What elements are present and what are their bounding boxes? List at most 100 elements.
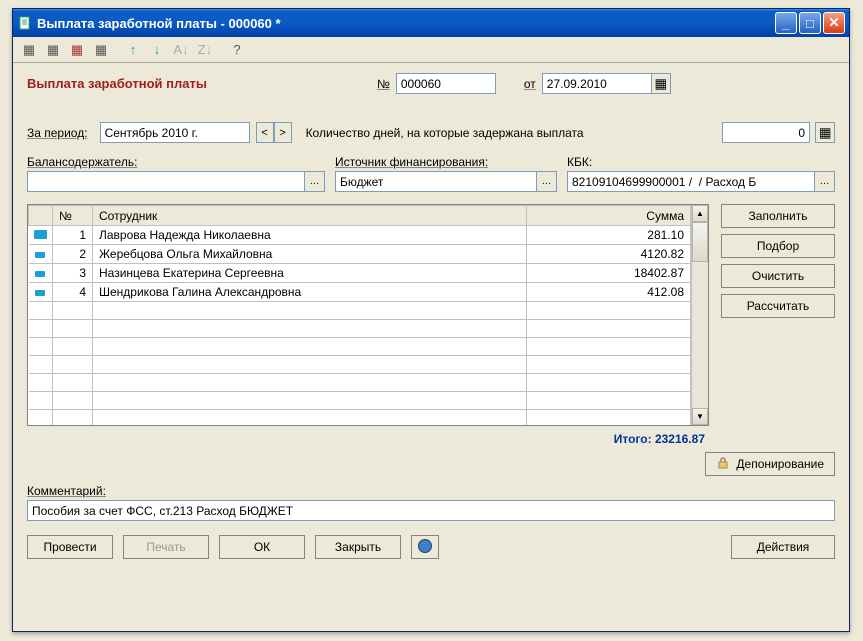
toolbar-grid1-icon[interactable]: ▦ [19, 40, 39, 60]
table-scrollbar[interactable]: ▲ ▼ [691, 205, 708, 425]
table-row[interactable] [29, 392, 691, 410]
funding-source-select-button[interactable]: … [537, 171, 557, 192]
row-marker [29, 226, 53, 245]
select-button[interactable]: Подбор [721, 234, 835, 258]
row-employee: Шендрикова Галина Александровна [93, 283, 527, 302]
minimize-button[interactable]: _ [775, 12, 797, 34]
funding-source-input[interactable] [335, 171, 537, 192]
row-marker [29, 410, 53, 426]
row-number [53, 302, 93, 320]
comment-input[interactable] [27, 500, 835, 521]
row-marker [29, 320, 53, 338]
row-sum [527, 356, 691, 374]
print-button[interactable]: Печать [123, 535, 209, 559]
days-delayed-input[interactable] [722, 122, 810, 143]
reference-row: Балансодержатель: … Источник финансирова… [27, 155, 835, 192]
toolbar-gridx-icon[interactable]: ▦ [67, 40, 87, 60]
kbk-select-button[interactable]: … [815, 171, 835, 192]
balance-holder-label: Балансодержатель: [27, 155, 325, 169]
deposit-button-label: Депонирование [736, 457, 824, 471]
clear-button[interactable]: Очистить [721, 264, 835, 288]
toolbar-help-icon[interactable]: ? [227, 40, 247, 60]
toolbar-down-icon[interactable]: ↓ [147, 40, 167, 60]
column-marker[interactable] [29, 206, 53, 226]
scroll-track[interactable] [692, 262, 708, 408]
actions-button[interactable]: Действия [731, 535, 835, 559]
row-marker [29, 374, 53, 392]
totals-label: Итого: [614, 432, 652, 446]
scroll-up-button[interactable]: ▲ [692, 205, 708, 222]
kbk-input[interactable] [567, 171, 815, 192]
balance-holder-select-button[interactable]: … [305, 171, 325, 192]
titlebar[interactable]: Выплата заработной платы - 000060 * _ □ … [13, 9, 849, 37]
row-number: 4 [53, 283, 93, 302]
post-button[interactable]: Провести [27, 535, 113, 559]
period-input[interactable] [100, 122, 250, 143]
column-number[interactable]: № [53, 206, 93, 226]
date-input[interactable] [542, 73, 652, 94]
row-employee [93, 392, 527, 410]
document-icon [17, 15, 33, 31]
column-sum[interactable]: Сумма [527, 206, 691, 226]
row-number [53, 392, 93, 410]
period-label: За период: [27, 126, 88, 140]
row-sum: 18402.87 [527, 264, 691, 283]
table-row[interactable] [29, 374, 691, 392]
ok-button[interactable]: ОК [219, 535, 305, 559]
toolbar-grid3-icon[interactable]: ▦ [91, 40, 111, 60]
form-body: Выплата заработной платы № от ▦ За перио… [13, 63, 849, 569]
lock-icon [716, 456, 730, 473]
toolbar-sort-desc-icon[interactable]: Z↓ [195, 40, 215, 60]
kbk-label: КБК: [567, 155, 835, 169]
row-marker [29, 264, 53, 283]
toolbar: ▦ ▦ ▦ ▦ ↑ ↓ A↓ Z↓ ? [13, 37, 849, 63]
period-prev-button[interactable]: < [256, 122, 274, 143]
table-row[interactable]: 1Лаврова Надежда Николаевна281.10 [29, 226, 691, 245]
toolbar-grid2-icon[interactable]: ▦ [43, 40, 63, 60]
balance-holder-input[interactable] [27, 171, 305, 192]
row-employee [93, 374, 527, 392]
fill-button[interactable]: Заполнить [721, 204, 835, 228]
toolbar-sort-asc-icon[interactable]: A↓ [171, 40, 191, 60]
document-title: Выплата заработной платы [27, 76, 377, 91]
table-row[interactable] [29, 338, 691, 356]
row-number: 2 [53, 245, 93, 264]
scroll-down-button[interactable]: ▼ [692, 408, 708, 425]
table-row[interactable] [29, 356, 691, 374]
app-window: Выплата заработной платы - 000060 * _ □ … [12, 8, 850, 632]
globe-button[interactable] [411, 535, 439, 559]
number-label: № [377, 77, 390, 91]
table-row[interactable]: 3Назинцева Екатерина Сергеевна18402.87 [29, 264, 691, 283]
table-row[interactable] [29, 410, 691, 426]
comment-label: Комментарий: [27, 484, 835, 498]
deposit-button[interactable]: Депонирование [705, 452, 835, 476]
table-side-buttons: Заполнить Подбор Очистить Рассчитать [721, 204, 835, 426]
close-button[interactable]: ✕ [823, 12, 845, 34]
calculate-button[interactable]: Рассчитать [721, 294, 835, 318]
scroll-thumb[interactable] [692, 222, 708, 262]
maximize-button[interactable]: □ [799, 12, 821, 34]
row-sum [527, 302, 691, 320]
table-row[interactable]: 2Жеребцова Ольга Михайловна4120.82 [29, 245, 691, 264]
period-next-button[interactable]: > [274, 122, 292, 143]
column-employee[interactable]: Сотрудник [93, 206, 527, 226]
toolbar-up-icon[interactable]: ↑ [123, 40, 143, 60]
table-row[interactable] [29, 302, 691, 320]
window-title: Выплата заработной платы - 000060 * [37, 16, 775, 31]
date-picker-button[interactable]: ▦ [651, 73, 671, 94]
employees-table[interactable]: № Сотрудник Сумма 1Лаврова Надежда Никол… [28, 205, 691, 425]
row-number [53, 320, 93, 338]
row-employee [93, 356, 527, 374]
document-header: Выплата заработной платы № от ▦ [27, 73, 835, 94]
row-sum [527, 374, 691, 392]
close-form-button[interactable]: Закрыть [315, 535, 401, 559]
row-marker [29, 338, 53, 356]
days-calc-button[interactable]: ▦ [815, 122, 835, 143]
row-marker [29, 392, 53, 410]
table-row[interactable] [29, 320, 691, 338]
totals-value: 23216.87 [655, 432, 705, 446]
table-row[interactable]: 4Шендрикова Галина Александровна412.08 [29, 283, 691, 302]
row-marker [29, 283, 53, 302]
row-marker [29, 356, 53, 374]
number-input[interactable] [396, 73, 496, 94]
